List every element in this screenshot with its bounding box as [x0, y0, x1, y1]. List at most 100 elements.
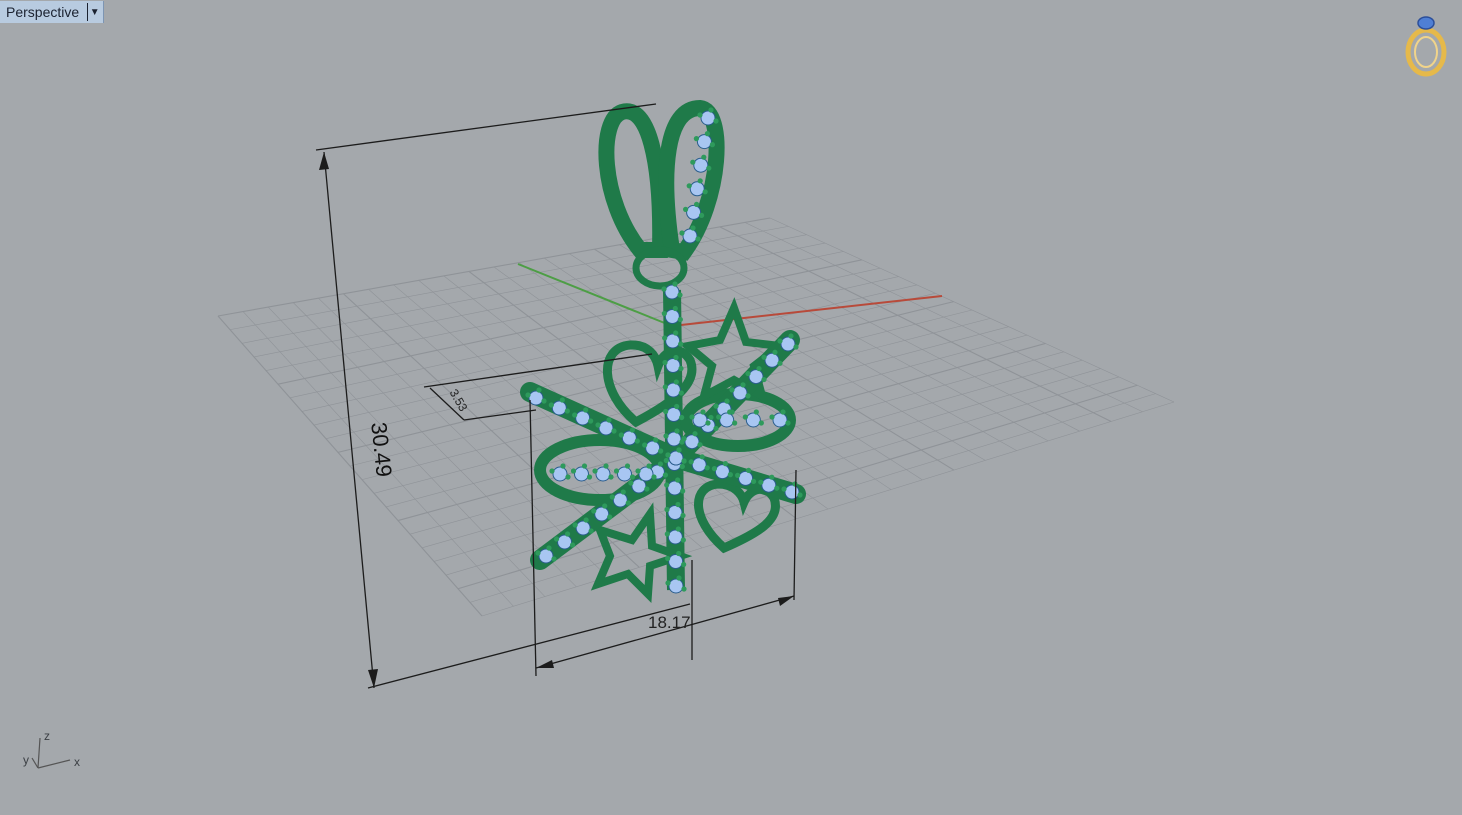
- prong: [683, 206, 689, 212]
- prong: [735, 472, 741, 478]
- prong: [788, 333, 794, 339]
- pendant-model[interactable]: [520, 99, 806, 604]
- prong: [697, 442, 703, 448]
- prong: [620, 489, 626, 495]
- prong: [591, 508, 597, 514]
- gem: [551, 400, 567, 416]
- prong: [565, 474, 571, 480]
- gem: [575, 410, 591, 426]
- gem: [719, 412, 735, 428]
- prong: [560, 463, 566, 469]
- gem: [612, 492, 628, 508]
- gem: [700, 110, 716, 126]
- gem: [692, 412, 708, 428]
- gem: [684, 434, 700, 450]
- prong: [624, 463, 631, 469]
- prong: [663, 433, 669, 439]
- gem: [682, 228, 698, 244]
- prong: [675, 477, 681, 483]
- grid-line: [481, 401, 1175, 617]
- prong: [745, 393, 751, 399]
- prong: [706, 165, 712, 171]
- prong: [686, 183, 692, 189]
- prong: [661, 310, 667, 317]
- prong: [583, 407, 589, 413]
- prong: [702, 189, 708, 195]
- prong: [690, 225, 696, 231]
- prong: [727, 472, 734, 478]
- prong: [672, 305, 678, 312]
- prong: [607, 514, 613, 520]
- prong: [679, 414, 685, 421]
- prong: [613, 468, 620, 474]
- world-axis-icon: x z y: [23, 729, 80, 769]
- prong: [569, 542, 576, 548]
- prong: [570, 468, 577, 474]
- prong: [797, 492, 803, 498]
- prong: [751, 478, 757, 484]
- prong: [781, 486, 787, 492]
- prong: [658, 448, 664, 454]
- prong: [681, 586, 687, 592]
- prong: [559, 397, 565, 403]
- prong: [729, 387, 735, 393]
- prong: [700, 409, 706, 415]
- ring-logo-icon: [1405, 16, 1447, 77]
- prong: [785, 420, 791, 426]
- prong: [673, 379, 679, 385]
- prong: [678, 390, 684, 396]
- gem: [665, 358, 681, 373]
- gem: [645, 440, 661, 456]
- prong: [761, 376, 767, 383]
- gem: [595, 466, 611, 482]
- prong: [746, 467, 752, 473]
- gem: [665, 382, 681, 398]
- prong: [694, 201, 700, 207]
- prong: [572, 412, 578, 418]
- prong: [677, 292, 683, 298]
- prong: [713, 118, 719, 124]
- prong: [692, 431, 698, 437]
- prong: [663, 408, 669, 415]
- prong: [680, 488, 686, 494]
- prong: [548, 402, 554, 408]
- grid-line: [769, 217, 1175, 403]
- prong: [592, 468, 598, 474]
- prong: [611, 428, 617, 434]
- prong: [674, 403, 680, 410]
- prong: [635, 468, 641, 474]
- gem: [528, 390, 544, 406]
- gem: [668, 578, 684, 594]
- prong: [675, 501, 681, 508]
- prong: [680, 537, 686, 543]
- gem: [665, 333, 681, 349]
- axis-label-x: x: [74, 755, 80, 769]
- prong: [689, 414, 695, 420]
- prong: [695, 236, 701, 242]
- gem: [714, 464, 730, 480]
- prong: [680, 512, 686, 519]
- gem: [621, 430, 637, 446]
- prong: [665, 555, 671, 562]
- prong: [709, 142, 716, 148]
- dimension-width: 18.17: [648, 613, 691, 632]
- prong: [618, 432, 624, 438]
- gem: [666, 431, 682, 447]
- grid-line: [719, 226, 1112, 422]
- gem: [696, 134, 712, 150]
- prong: [672, 281, 678, 287]
- gem: [732, 385, 748, 401]
- prong: [549, 468, 555, 474]
- prong: [690, 159, 696, 165]
- prong: [642, 442, 648, 448]
- prong: [603, 463, 609, 469]
- prong: [651, 474, 657, 480]
- gem: [667, 505, 683, 520]
- prong: [708, 414, 714, 421]
- prong: [704, 131, 711, 137]
- gem: [780, 336, 796, 352]
- prong: [727, 409, 733, 415]
- perspective-viewport[interactable]: Perspective ▼ 30.49 18.17 3.53 x z y: [0, 0, 1462, 815]
- prong: [688, 459, 694, 465]
- prong: [675, 526, 681, 532]
